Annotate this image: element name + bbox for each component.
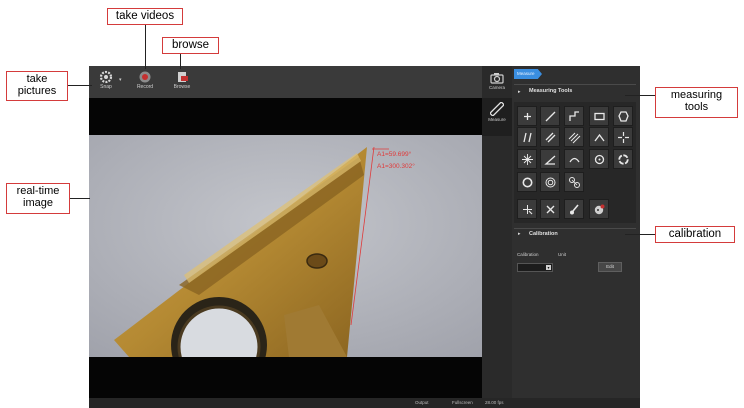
select-tool-button[interactable] bbox=[517, 199, 537, 219]
snap-button[interactable]: Snap bbox=[93, 68, 119, 98]
snap-label: Snap bbox=[100, 84, 112, 90]
snap-dropdown-chevron-icon[interactable]: ▾ bbox=[119, 77, 124, 83]
angle-measure-tool-button[interactable] bbox=[540, 149, 560, 169]
circle-center-icon bbox=[594, 154, 604, 164]
circle-icon bbox=[522, 177, 532, 187]
angle-vertex-icon bbox=[593, 133, 605, 141]
fps-readout: 28.00 fps bbox=[485, 400, 504, 405]
camera-gear-icon bbox=[99, 70, 113, 84]
two-circles-icon bbox=[568, 176, 580, 188]
circle-3point-icon bbox=[617, 153, 629, 165]
record-label: Record bbox=[136, 84, 154, 90]
callout-take-videos: take videos bbox=[107, 8, 183, 25]
double-line-icon bbox=[545, 132, 555, 142]
fullscreen-label[interactable]: Fullscreen bbox=[452, 400, 473, 405]
calibration-expand-icon[interactable]: ▸ bbox=[518, 231, 521, 237]
callout-line bbox=[180, 54, 181, 69]
unit-field-label: Unit bbox=[558, 252, 567, 257]
callout-line bbox=[68, 85, 92, 86]
polygon-icon bbox=[617, 110, 629, 122]
camera-icon bbox=[490, 73, 504, 84]
double-line-tool-button[interactable] bbox=[540, 127, 560, 147]
angle-icon bbox=[543, 155, 555, 165]
multi-line-icon bbox=[568, 132, 580, 143]
brush-icon bbox=[569, 203, 579, 214]
live-camera-image[interactable] bbox=[89, 135, 482, 357]
arc-icon bbox=[568, 157, 580, 162]
angle-measurement-2: A1=300.302° bbox=[377, 163, 415, 170]
point-icon bbox=[523, 112, 531, 120]
delete-x-icon bbox=[546, 205, 554, 213]
polyline-icon bbox=[568, 110, 579, 121]
settings-tool-button[interactable] bbox=[589, 199, 609, 219]
record-icon bbox=[139, 71, 151, 83]
circle-tool-button[interactable] bbox=[517, 172, 537, 192]
calibration-field-label: Calibration bbox=[517, 252, 539, 257]
polyline-tool-button[interactable] bbox=[564, 106, 584, 126]
ruler-icon bbox=[490, 102, 504, 116]
pointer-select-icon bbox=[522, 204, 532, 214]
measuring-tools-title: Measuring Tools bbox=[529, 88, 573, 94]
callout-line bbox=[145, 25, 146, 69]
status-bar bbox=[89, 398, 640, 408]
measuring-tools-expand-icon[interactable]: ▸ bbox=[518, 89, 521, 95]
circle-center-tool-button[interactable] bbox=[589, 149, 609, 169]
mode-measure[interactable]: Measure bbox=[482, 98, 512, 136]
line-tool-button[interactable] bbox=[540, 106, 560, 126]
browse-label: Browse bbox=[173, 84, 191, 90]
callout-browse: browse bbox=[162, 37, 219, 54]
palette-gear-icon bbox=[594, 204, 604, 214]
measure-tab[interactable]: Measure bbox=[514, 69, 542, 79]
callout-line bbox=[625, 234, 655, 235]
callout-calibration: calibration bbox=[655, 226, 735, 243]
grid-cross-icon bbox=[521, 153, 533, 165]
edit-calibration-button[interactable]: Edit bbox=[598, 262, 622, 272]
arc-tool-button[interactable] bbox=[564, 149, 584, 169]
microscope-image bbox=[89, 135, 482, 357]
callout-take-pictures: take pictures bbox=[6, 71, 68, 101]
crosshair-icon bbox=[617, 131, 629, 143]
callout-line bbox=[625, 95, 655, 96]
mode-measure-label: Measure bbox=[488, 117, 506, 122]
delete-tool-button[interactable] bbox=[540, 199, 560, 219]
record-button[interactable]: Record bbox=[132, 68, 158, 98]
divider bbox=[514, 84, 636, 85]
concentric-circles-icon bbox=[545, 177, 555, 187]
multi-line-tool-button[interactable] bbox=[564, 127, 584, 147]
divider bbox=[514, 228, 636, 229]
line-icon bbox=[545, 111, 555, 121]
browse-button[interactable]: Browse bbox=[169, 68, 195, 98]
grid-tool-button[interactable] bbox=[517, 149, 537, 169]
mode-camera-label: Camera bbox=[488, 85, 505, 90]
chevron-down-icon: ▾ bbox=[546, 265, 551, 270]
callout-line bbox=[70, 198, 90, 199]
browse-folder-icon bbox=[178, 72, 188, 82]
angle-measurement-1: A1=59.699° bbox=[377, 151, 412, 158]
parallel-tool-button[interactable] bbox=[517, 127, 537, 147]
circle-3point-tool-button[interactable] bbox=[613, 149, 633, 169]
calibration-title: Calibration bbox=[529, 231, 558, 237]
rectangle-icon bbox=[593, 112, 605, 120]
rectangle-tool-button[interactable] bbox=[589, 106, 609, 126]
output-label[interactable]: Output bbox=[415, 400, 429, 405]
crosshair-tool-button[interactable] bbox=[613, 127, 633, 147]
point-tool-button[interactable] bbox=[517, 106, 537, 126]
parallel-lines-icon bbox=[522, 132, 532, 142]
callout-real-time-image: real-time image bbox=[6, 183, 70, 214]
color-tool-button[interactable] bbox=[564, 199, 584, 219]
angle-tool-button[interactable] bbox=[589, 127, 609, 147]
two-circle-distance-tool-button[interactable] bbox=[564, 172, 584, 192]
calibration-select[interactable]: ▾ bbox=[517, 263, 553, 272]
concentric-circle-tool-button[interactable] bbox=[540, 172, 560, 192]
polygon-tool-button[interactable] bbox=[613, 106, 633, 126]
callout-measuring-tools: measuring tools bbox=[655, 87, 738, 118]
